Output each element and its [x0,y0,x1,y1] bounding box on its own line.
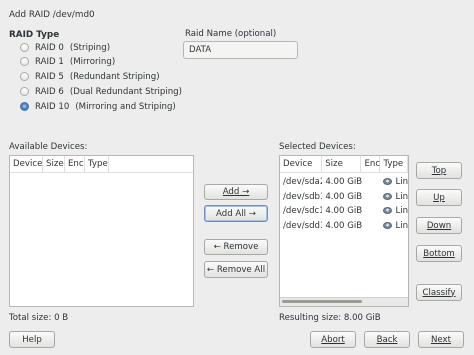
column-header-type[interactable]: Type [85,156,109,172]
scrollbar-thumb[interactable] [282,300,362,303]
top-button-label: Top [431,165,447,176]
radio-unselected-icon[interactable] [20,72,29,81]
up-button-label: Up [433,192,445,203]
available-list-header: Device Size Enc Type [10,156,193,173]
raid-option-desc: (Dual Redundant Striping) [69,86,182,97]
cell-type-text: Lin [395,220,409,231]
cell-size: 4.00 GiB [325,177,362,188]
raid-option-1[interactable]: RAID 1 (Mirroring) [20,55,115,68]
disk-icon [383,221,393,229]
cell-type-text: Lin [395,191,409,202]
raid-option-4[interactable]: RAID 10 (Mirroring and Striping) [20,100,176,113]
table-row[interactable]: /dev/sdb1 4.00 GiB Lin [280,190,408,205]
classify-button[interactable]: Classify [416,284,462,301]
selected-devices-list[interactable]: Device Size Enc Type /dev/sda2 4.00 GiB Li… [279,155,409,307]
next-button[interactable]: Next [418,331,464,348]
raid-option-desc: (Striping) [69,42,111,53]
available-devices-label: Available Devices: [9,142,88,152]
classify-button-label: Classify [422,287,456,298]
raid-option-3[interactable]: RAID 6 (Dual Redundant Striping) [20,85,182,98]
cell-type: Lin [380,221,408,231]
abort-button[interactable]: Abort [310,331,356,348]
cell-size: 4.00 GiB [325,206,362,217]
column-header-size[interactable]: Size [43,156,65,172]
table-row[interactable]: /dev/sdc1 4.00 GiB Lin [280,204,408,219]
radio-unselected-icon[interactable] [20,57,29,66]
raid-option-level: RAID 6 [35,86,64,97]
selected-list-header: Device Size Enc Type [280,156,408,173]
cell-device: /dev/sdd1 [283,220,323,231]
raid-option-level: RAID 5 [35,71,64,82]
up-button[interactable]: Up [416,189,462,206]
remove-button[interactable]: ← Remove [204,239,268,255]
add-button[interactable]: Add → [204,184,268,200]
help-button[interactable]: Help [9,331,55,348]
raid-option-level: RAID 10 [35,101,70,112]
raid-name-input[interactable]: DATA [183,41,298,59]
raid-option-level: RAID 0 [35,42,64,53]
raid-option-2[interactable]: RAID 5 (Redundant Striping) [20,70,160,83]
column-header-type[interactable]: Type [380,156,408,172]
cell-device: /dev/sda2 [283,177,323,188]
bottom-button-label: Bottom [423,248,455,259]
raid-option-desc: (Mirroring) [69,56,116,67]
add-button-label: Add → [222,187,250,197]
raid-name-label: Raid Name (optional) [185,29,277,39]
abort-button-label: Abort [321,334,345,345]
cell-size: 4.00 GiB [325,191,362,202]
total-size-label: Total size: 0 B [9,313,69,323]
table-row[interactable]: /dev/sda2 4.00 GiB Lin [280,175,408,190]
remove-all-button[interactable]: ← Remove All [204,261,268,278]
raid-option-desc: (Redundant Striping) [69,71,160,82]
add-all-button-label: Add All → [216,208,256,219]
cell-type: Lin [380,192,408,202]
next-button-label: Next [430,334,452,345]
help-button-label: Help [22,334,42,345]
bottom-button[interactable]: Bottom [416,245,462,262]
column-header-size[interactable]: Size [322,156,362,172]
back-button[interactable]: Back [364,331,410,348]
column-header-enc[interactable]: Enc [65,156,85,172]
selected-rows: /dev/sda2 4.00 GiB Lin/dev/sdb1 4.00 GiB Lin… [280,173,408,233]
available-devices-list[interactable]: Device Size Enc Type [9,155,194,307]
raid-type-title: RAID Type [9,30,60,40]
add-all-button[interactable]: Add All → [204,205,268,222]
cell-device: /dev/sdb1 [283,191,323,202]
cell-size: 4.00 GiB [325,220,362,231]
radio-unselected-icon[interactable] [20,43,29,52]
cell-type-text: Lin [395,206,409,217]
disk-icon [383,207,393,215]
radio-selected-icon[interactable] [20,102,29,111]
column-header-device[interactable]: Device [280,156,323,172]
resulting-size-label: Resulting size: 8.00 GiB [279,313,381,323]
raid-option-0[interactable]: RAID 0 (Striping) [20,41,110,54]
down-button-label: Down [426,220,452,231]
remove-button-label: ← Remove [213,242,259,252]
cell-type: Lin [380,206,408,216]
column-header-enc[interactable]: Enc [361,156,381,172]
radio-unselected-icon[interactable] [20,87,29,96]
down-button[interactable]: Down [416,217,462,234]
table-row[interactable]: /dev/sdd1 4.00 GiB Lin [280,219,408,234]
disk-icon [383,192,393,200]
back-button-label: Back [376,334,398,345]
column-header-device[interactable]: Device [10,156,43,172]
cell-type-text: Lin [395,177,409,188]
raid-option-desc: (Mirroring and Striping) [75,101,176,112]
horizontal-scrollbar[interactable] [280,297,408,306]
remove-all-button-label: ← Remove All [206,264,266,275]
cell-type: Lin [380,177,408,187]
dialog-title: Add RAID /dev/md0 [9,10,95,20]
selected-devices-label: Selected Devices: [279,142,356,152]
cell-device: /dev/sdc1 [283,206,323,217]
disk-icon [383,178,393,186]
top-button[interactable]: Top [416,162,462,179]
raid-option-level: RAID 1 [35,56,64,67]
